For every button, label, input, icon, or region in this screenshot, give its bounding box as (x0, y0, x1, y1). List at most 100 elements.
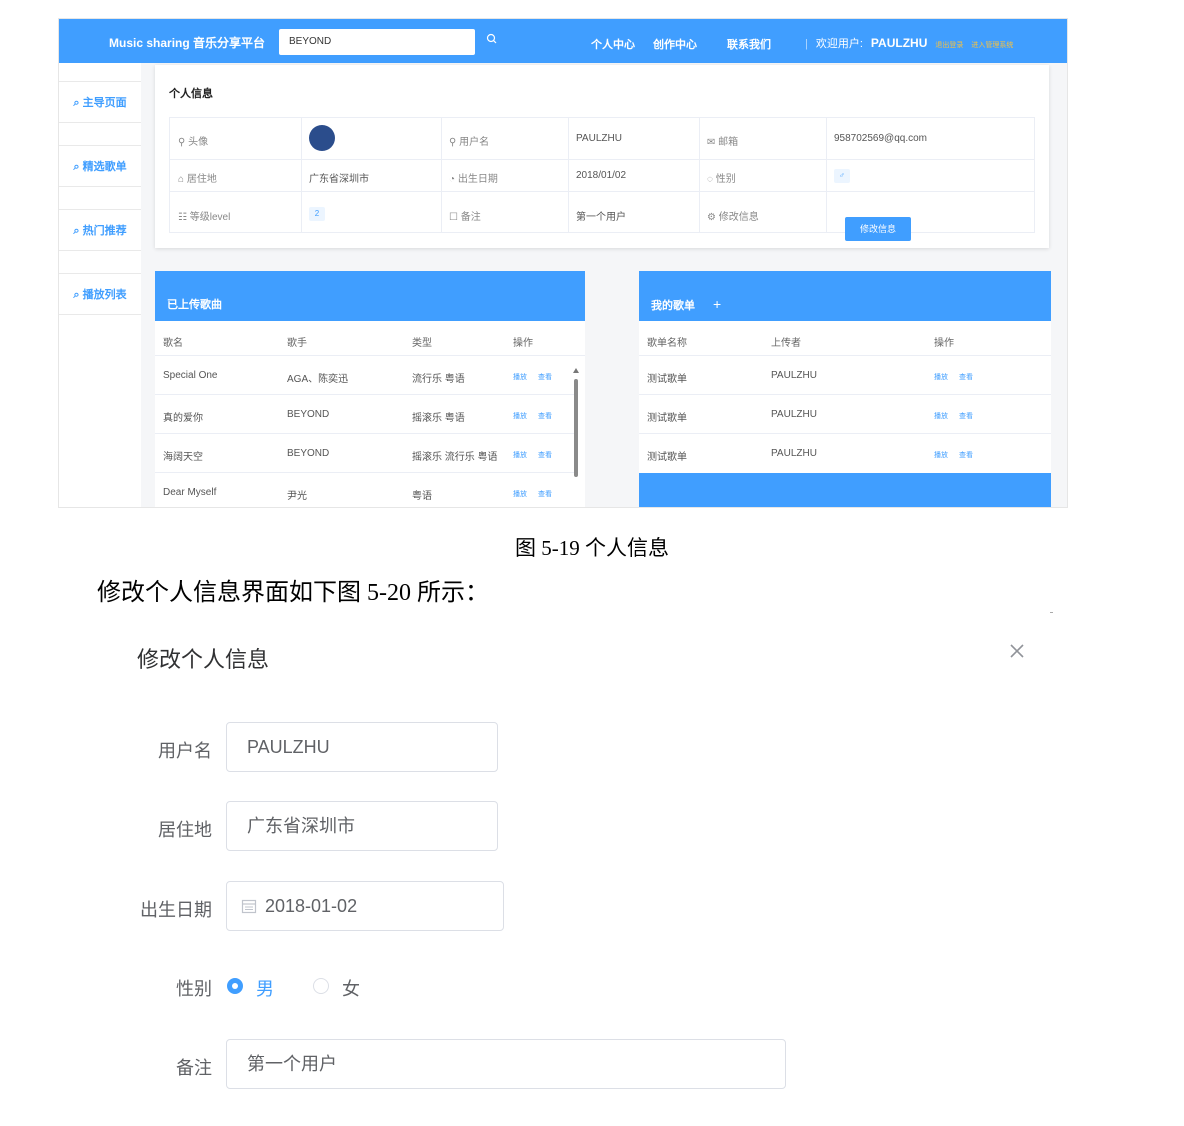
male-radio[interactable] (227, 978, 243, 994)
search-icon[interactable] (485, 32, 499, 46)
sidebar-item-hot[interactable]: ⌕ 热门推荐 (59, 209, 141, 251)
song-type: 粤语 (412, 491, 432, 502)
panel-header: 已上传歌曲 (155, 271, 585, 321)
nav-contact-us[interactable]: 联系我们 (727, 36, 771, 52)
note-field[interactable]: 第一个用户 (226, 1039, 786, 1089)
divider (639, 433, 1051, 434)
body-paragraph: 修改个人信息界面如下图 5-20 所示： (97, 580, 489, 606)
sidebar-item-label: 主导页面 (82, 97, 127, 109)
note-field-label: 备注 (176, 1058, 212, 1078)
playlist-name: 测试歌单 (647, 374, 687, 385)
view-link[interactable]: 查看 (538, 411, 552, 421)
sidebar-item-featured[interactable]: ⌕ 精选歌单 (59, 145, 141, 187)
username-field-label: 用户名 (158, 741, 212, 761)
panel-title: 我的歌单 + (651, 296, 722, 312)
playlist-uploader: PAULZHU (771, 370, 817, 381)
email-value: 958702569@qq.com (834, 133, 927, 144)
residence-field[interactable]: 广东省深圳市 (226, 801, 498, 851)
sidebar-item-playlist[interactable]: ⌕ 播放列表 (59, 273, 141, 315)
current-username: PAULZHU (870, 36, 928, 50)
close-icon[interactable] (1008, 642, 1026, 660)
birthday-field-label: 出生日期 (140, 900, 212, 920)
divider (826, 118, 827, 232)
playlist-name: 测试歌单 (647, 413, 687, 424)
playlist-uploader: PAULZHU (771, 448, 817, 459)
uploaded-songs-panel: 已上传歌曲 歌名 歌手 类型 操作 Special One AGA、陈奕迅 流行… (155, 271, 585, 507)
profile-table: ⚲ 头像 ⚲ 用户名 PAULZHU ✉ 邮箱 958702569@qq.com… (169, 117, 1035, 233)
top-navbar: Music sharing 音乐分享平台 BEYOND 个人中心 创作中心 联系… (59, 19, 1067, 63)
username-value: PAULZHU (576, 133, 622, 144)
username-field[interactable]: PAULZHU (226, 722, 498, 772)
nav-creation-center[interactable]: 创作中心 (653, 36, 697, 52)
play-link[interactable]: 播放 (513, 450, 527, 460)
sidebar-item-label: 精选歌单 (82, 161, 127, 173)
play-link[interactable]: 播放 (934, 411, 948, 421)
song-singer: BEYOND (287, 448, 330, 459)
username-label: ⚲ 用户名 (449, 137, 490, 148)
divider (155, 433, 575, 434)
view-link[interactable]: 查看 (959, 450, 973, 460)
female-radio[interactable] (313, 978, 329, 994)
residence-label: ⌂ 居住地 (178, 174, 217, 185)
column-header: 类型 (412, 338, 432, 349)
song-name: 海阔天空 (163, 452, 203, 463)
play-link[interactable]: 播放 (513, 372, 527, 382)
column-header: 歌手 (287, 338, 307, 349)
male-label[interactable]: 男 (256, 975, 274, 1001)
edit-info-button[interactable]: 修改信息 (845, 217, 911, 241)
birthday-value: 2018-01-02 (265, 896, 358, 916)
sidebar-item-home[interactable]: ⌕ 主导页面 (59, 81, 141, 123)
note-value: 第一个用户 (576, 212, 626, 223)
email-label: ✉ 邮箱 (707, 137, 739, 148)
residence-field-label: 居住地 (158, 820, 212, 840)
avatar-label: ⚲ 头像 (178, 137, 209, 148)
view-link[interactable]: 查看 (538, 372, 552, 382)
divider (699, 118, 700, 232)
divider (170, 191, 1034, 192)
female-label[interactable]: 女 (342, 975, 360, 1001)
gender-field-label: 性别 (176, 979, 212, 999)
residence-value: 广东省深圳市 (309, 174, 369, 185)
level-label: ☷ 等级level (178, 212, 231, 223)
search-input[interactable]: BEYOND (279, 29, 475, 55)
nav-personal-center[interactable]: 个人中心 (591, 36, 635, 52)
profile-title: 个人信息 (169, 88, 213, 100)
admin-link[interactable]: 进入管理系统 (971, 42, 1013, 49)
profile-card: 个人信息 ⚲ 头像 ⚲ 用户名 PAULZHU ✉ 邮箱 958702569@q… (155, 65, 1049, 248)
gender-tag: ♂ (834, 169, 850, 183)
welcome-area: | 欢迎用户: PAULZHU 退出登录 进入管理系统 (805, 35, 1013, 51)
scrollbar[interactable] (573, 367, 579, 479)
sidebar: ⌕ 主导页面 ⌕ 精选歌单 ⌕ 热门推荐 ⌕ 播放列表 (59, 63, 141, 507)
play-link[interactable]: 播放 (513, 489, 527, 499)
birthday-label: ◔ 出生日期 (449, 174, 498, 185)
logout-link[interactable]: 退出登录 (935, 42, 963, 49)
welcome-label: 欢迎用户: (815, 38, 863, 50)
play-link[interactable]: 播放 (934, 372, 948, 382)
figure-caption: 图 5-19 个人信息 (515, 536, 669, 560)
view-link[interactable]: 查看 (959, 372, 973, 382)
avatar (309, 125, 335, 151)
view-link[interactable]: 查看 (538, 489, 552, 499)
song-singer: 尹光 (287, 491, 307, 502)
divider (170, 159, 1034, 160)
panel-title: 已上传歌曲 (167, 299, 222, 311)
divider (301, 118, 302, 232)
view-link[interactable]: 查看 (538, 450, 552, 460)
play-link[interactable]: 播放 (513, 411, 527, 421)
divider (1050, 612, 1053, 613)
column-header: 歌单名称 (647, 338, 687, 349)
brand-logo: Music sharing 音乐分享平台 (109, 36, 266, 50)
note-label: ☐ 备注 (449, 212, 481, 223)
playlist-uploader: PAULZHU (771, 409, 817, 420)
birthday-picker[interactable]: 2018-01-02 (226, 881, 504, 931)
panel-footer (639, 473, 1051, 507)
view-link[interactable]: 查看 (959, 411, 973, 421)
add-playlist-button[interactable]: + (713, 296, 721, 312)
gender-label: ◌ 性别 (707, 174, 736, 185)
radio-dot (232, 983, 238, 989)
play-link[interactable]: 播放 (934, 450, 948, 460)
dialog-title: 修改个人信息 (137, 647, 270, 672)
divider (155, 472, 575, 473)
song-name: 真的爱你 (163, 413, 203, 424)
panel-header: 我的歌单 + (639, 271, 1051, 321)
